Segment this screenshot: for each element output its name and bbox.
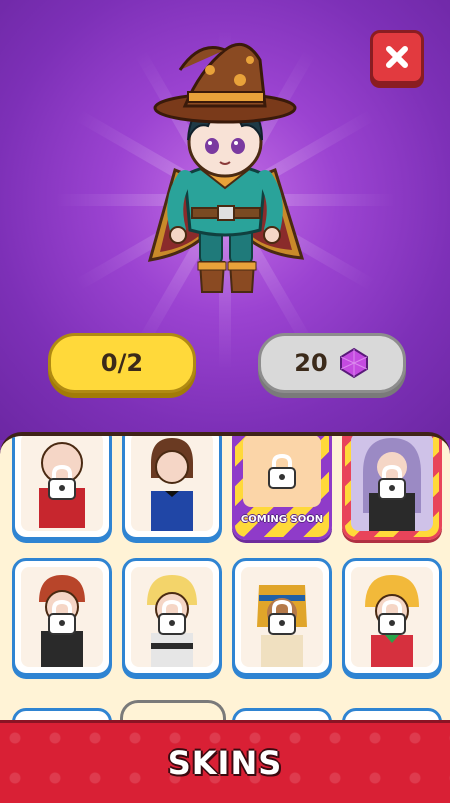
lock-icon xyxy=(158,599,186,635)
purple-gem-icon xyxy=(339,347,368,379)
lock-icon xyxy=(378,464,406,500)
bottom-title-bar: SKINS xyxy=(0,720,450,803)
skin-portrait xyxy=(131,436,213,531)
gem-balance[interactable]: 20 xyxy=(258,333,406,393)
lock-icon xyxy=(268,453,296,489)
skin-card-unlocked[interactable] xyxy=(122,436,222,540)
skin-card[interactable] xyxy=(232,558,332,676)
lock-icon xyxy=(48,599,76,635)
skin-card[interactable] xyxy=(342,436,442,540)
skin-card[interactable] xyxy=(122,558,222,676)
lock-icon xyxy=(48,464,76,500)
close-button[interactable] xyxy=(370,30,424,84)
skin-card[interactable] xyxy=(12,436,112,540)
skin-card-coming-soon[interactable]: COMING SOON xyxy=(232,436,332,540)
wizard-boy-character xyxy=(147,42,305,293)
close-x-icon xyxy=(386,46,408,68)
skin-card[interactable] xyxy=(342,558,442,676)
lock-icon xyxy=(378,599,406,635)
character-preview-area: 0/2 20 xyxy=(0,0,450,440)
page-title: SKINS xyxy=(167,744,283,782)
skin-card[interactable] xyxy=(12,558,112,676)
coming-soon-label: COMING SOON xyxy=(240,514,324,525)
gem-count: 20 xyxy=(294,349,328,377)
lock-icon xyxy=(268,599,296,635)
skins-grid-panel: COMING SOON xyxy=(0,432,450,736)
progress-value: 0/2 xyxy=(100,349,144,377)
progress-counter: 0/2 xyxy=(48,333,196,393)
